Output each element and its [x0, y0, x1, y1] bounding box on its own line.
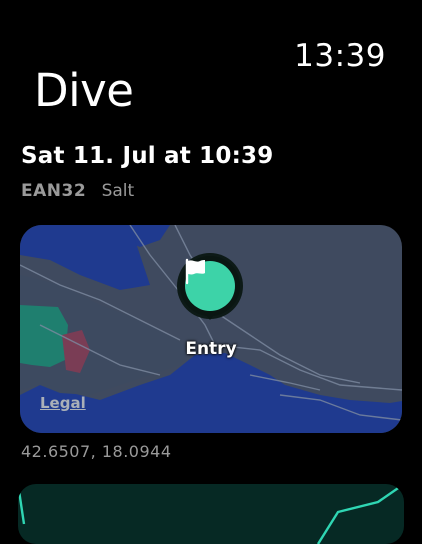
entry-pin[interactable] — [180, 256, 240, 316]
page-title: Dive — [34, 64, 134, 117]
dive-map[interactable]: Entry Legal — [20, 225, 402, 433]
legal-link[interactable]: Legal — [40, 394, 86, 412]
dive-meta: EAN32 Salt — [21, 181, 134, 201]
gas-type: EAN32 — [21, 181, 87, 201]
depth-line — [316, 484, 404, 544]
depth-line — [18, 484, 26, 525]
pin-tail — [203, 311, 217, 320]
water-type: Salt — [101, 181, 135, 201]
coordinates: 42.6507, 18.0944 — [21, 442, 172, 461]
depth-profile-card[interactable] — [18, 484, 404, 544]
status-time: 13:39 — [294, 38, 386, 74]
depth-profile-graph — [18, 484, 404, 544]
dive-date: Sat 11. Jul at 10:39 — [21, 143, 274, 169]
flag-icon — [185, 258, 205, 285]
entry-label: Entry — [185, 339, 237, 359]
pin-badge — [185, 258, 235, 311]
